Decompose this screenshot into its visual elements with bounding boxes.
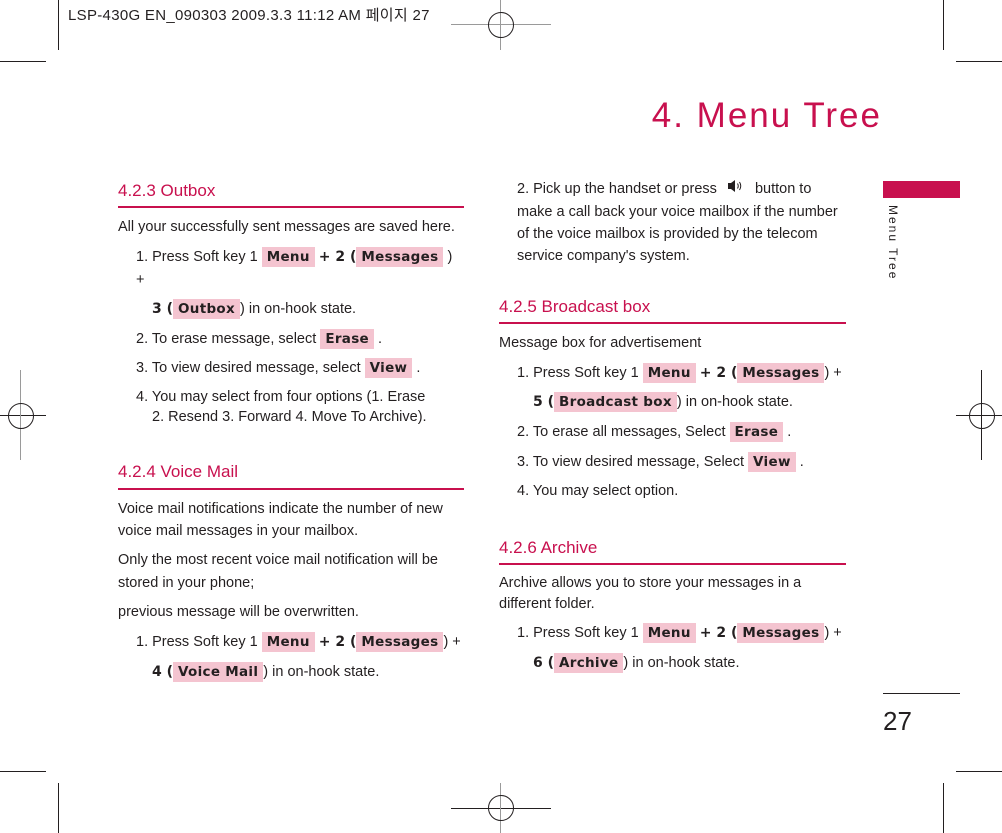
side-tab-marker bbox=[883, 181, 960, 198]
crop-mark bbox=[943, 0, 944, 50]
menu-key: Menu bbox=[261, 246, 315, 267]
crop-mark bbox=[58, 783, 59, 833]
step-1-cont: 5 (Broadcast box) in on-hook state. bbox=[533, 392, 793, 413]
outbox-key: Outbox bbox=[173, 298, 241, 319]
step-2: 2. To erase all messages, Select Erase . bbox=[517, 422, 792, 443]
crop-mark bbox=[0, 61, 46, 62]
step-1-cont: 4 (Voice Mail) in on-hook state. bbox=[152, 661, 380, 682]
section-paragraph: Only the most recent voice mail notifica… bbox=[118, 552, 438, 591]
step-1: 1. Press Soft key 1 Menu + 2 (Messages) … bbox=[517, 622, 842, 643]
section-voice-mail: 4.2.4 Voice Mail Voice mail notification… bbox=[118, 459, 464, 683]
registration-target-icon bbox=[969, 403, 995, 429]
messages-key: Messages bbox=[356, 631, 444, 652]
step-1-cont: 6 (Archive) in on-hook state. bbox=[533, 652, 740, 673]
broadcast-box-key: Broadcast box bbox=[554, 392, 677, 413]
page-number-rule bbox=[883, 693, 960, 694]
right-column: 2. Pick up the handset or press button t… bbox=[499, 178, 846, 681]
step-3: 3. To view desired message, select View … bbox=[136, 358, 421, 379]
voice-mail-key: Voice Mail bbox=[173, 661, 264, 682]
section-broadcast-box: 4.2.5 Broadcast box Message box for adve… bbox=[499, 294, 846, 503]
registration-target-icon bbox=[488, 795, 514, 821]
crop-mark bbox=[956, 61, 1002, 62]
step-4: 4. You may select option. bbox=[517, 483, 679, 500]
section-intro: All your successfully sent messages are … bbox=[118, 219, 455, 236]
archive-key: Archive bbox=[554, 652, 624, 673]
step-4: 4. You may select from four options (1. … bbox=[136, 388, 427, 425]
view-key: View bbox=[748, 451, 796, 472]
step-2: 2. To erase message, select Erase . bbox=[136, 328, 383, 349]
registration-target-icon bbox=[488, 12, 514, 38]
step-1: 1. Press Soft key 1 Menu + 2 (Messages )… bbox=[136, 246, 453, 288]
section-title: 4.2.5 Broadcast box bbox=[499, 294, 846, 325]
messages-key: Messages bbox=[356, 246, 444, 267]
erase-key: Erase bbox=[729, 422, 784, 443]
section-archive: 4.2.6 Archive Archive allows you to stor… bbox=[499, 535, 846, 675]
menu-key: Menu bbox=[642, 362, 696, 383]
crop-mark bbox=[943, 783, 944, 833]
section-intro: Archive allows you to store your message… bbox=[499, 574, 802, 612]
section-title: 4.2.4 Voice Mail bbox=[118, 459, 464, 490]
section-intro: Message box for advertisement bbox=[499, 335, 702, 352]
voice-mail-step-2: 2. Pick up the handset or press button t… bbox=[517, 178, 846, 268]
step-1: 1. Press Soft key 1 Menu + 2 (Messages) … bbox=[517, 362, 842, 383]
side-tab-label: Menu Tree bbox=[886, 205, 900, 281]
view-key: View bbox=[364, 358, 413, 379]
messages-key: Messages bbox=[737, 622, 825, 643]
crop-mark bbox=[0, 771, 46, 772]
registration-target-icon bbox=[8, 403, 34, 429]
section-paragraph: Voice mail notifications indicate the nu… bbox=[118, 500, 443, 539]
section-paragraph: previous message will be overwritten. bbox=[118, 604, 359, 621]
section-title: 4.2.3 Outbox bbox=[118, 178, 464, 209]
crop-mark bbox=[58, 0, 59, 50]
section-outbox: 4.2.3 Outbox All your successfully sent … bbox=[118, 178, 464, 427]
print-slug: LSP-430G EN_090303 2009.3.3 11:12 AM 페이지… bbox=[68, 7, 430, 24]
step-1: 1. Press Soft key 1 Menu + 2 (Messages) … bbox=[136, 631, 461, 652]
erase-key: Erase bbox=[320, 328, 374, 349]
page-title: 4. Menu Tree bbox=[651, 96, 882, 135]
crop-mark bbox=[956, 771, 1002, 772]
messages-key: Messages bbox=[737, 362, 825, 383]
menu-key: Menu bbox=[642, 622, 696, 643]
step-3: 3. To view desired message, Select View … bbox=[517, 451, 804, 472]
menu-key: Menu bbox=[261, 631, 315, 652]
page-number: 27 bbox=[883, 706, 912, 736]
step-1-cont: 3 (Outbox) in on-hook state. bbox=[152, 298, 357, 319]
left-column: 4.2.3 Outbox All your successfully sent … bbox=[118, 178, 464, 690]
speaker-icon bbox=[727, 178, 745, 200]
section-title: 4.2.6 Archive bbox=[499, 535, 846, 565]
